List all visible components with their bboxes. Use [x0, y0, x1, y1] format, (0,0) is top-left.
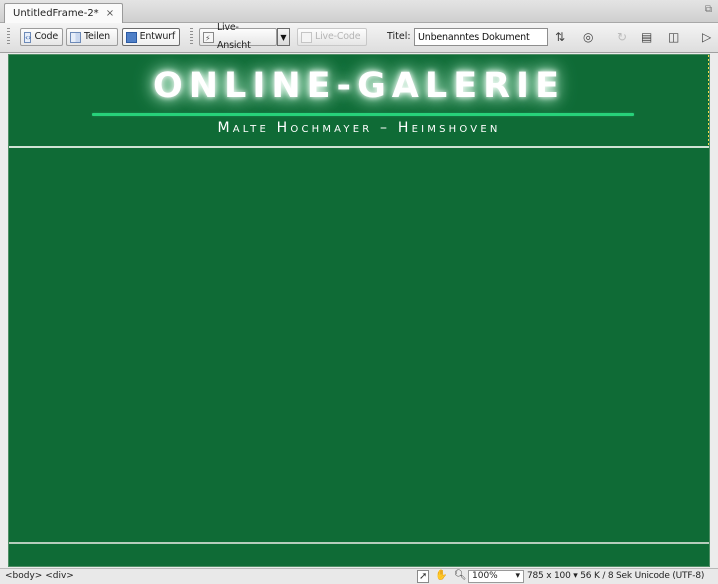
status-tools: ➚ ✋ 🔍︎	[417, 569, 467, 583]
code-view-icon	[24, 29, 32, 47]
live-code-button[interactable]: Live-Code	[297, 28, 367, 46]
preview-in-browser-icon[interactable]: ◎	[583, 29, 593, 45]
site-subtitle: Malte Hochmayer – Heimshoven	[217, 120, 501, 136]
file-management-icon[interactable]: ⇅	[555, 29, 565, 45]
toolbar-grip[interactable]	[190, 28, 193, 46]
close-icon[interactable]: ×	[106, 4, 114, 23]
div-boundary-guide	[708, 55, 709, 147]
document-toolbar: Code Teilen Entwurf Live-Ansicht ▼ Live-…	[0, 22, 718, 53]
live-view-dropdown-button[interactable]: ▼	[277, 28, 290, 46]
zoom-select[interactable]: 100% ▾	[468, 570, 524, 583]
document-tab[interactable]: UntitledFrame-2* ×	[4, 3, 124, 23]
restore-window-icon[interactable]: ⧉	[705, 4, 712, 15]
download-size: 56 K / 8 Sek	[580, 571, 632, 581]
refresh-icon[interactable]: ↻	[617, 29, 627, 45]
design-view-button[interactable]: Entwurf	[122, 28, 180, 46]
live-code-icon	[301, 31, 312, 43]
hand-tool-icon[interactable]: ✋	[435, 569, 447, 583]
document-tab-bar: UntitledFrame-2* × ⧉	[0, 0, 718, 23]
encoding-label: Unicode (UTF-8)	[634, 571, 705, 581]
document-tab-label: UntitledFrame-2*	[13, 8, 99, 19]
view-options-icon[interactable]: ▤	[641, 29, 652, 45]
header-divider	[9, 146, 709, 148]
document-title-label: Titel:	[387, 31, 411, 42]
footer-divider	[9, 542, 709, 544]
document-title-input[interactable]	[414, 28, 548, 46]
live-code-label: Live-Code	[315, 31, 361, 42]
split-view-icon	[70, 31, 81, 43]
code-view-button[interactable]: Code	[20, 28, 63, 47]
live-view-button[interactable]: Live-Ansicht	[199, 22, 277, 51]
split-view-label: Teilen	[84, 31, 110, 42]
chevron-down-icon: ▾	[515, 571, 520, 581]
window-size-menu[interactable]: 785 x 100 ▾	[527, 571, 578, 581]
toolbar-grip[interactable]	[7, 28, 10, 46]
live-view-label: Live-Ansicht	[216, 22, 251, 51]
design-view-icon	[126, 31, 137, 43]
split-view-button[interactable]: Teilen	[66, 28, 118, 46]
code-view-label: Code	[34, 31, 58, 42]
status-bar: <body> <div> ➚ ✋ 🔍︎ 100% ▾ 785 x 100 ▾ 5…	[0, 568, 718, 584]
tag-selector[interactable]: <body> <div>	[5, 569, 74, 583]
design-view-label: Entwurf	[139, 31, 176, 42]
live-view-icon	[203, 30, 214, 48]
validate-icon[interactable]: ▷	[702, 29, 711, 45]
accent-divider	[92, 113, 634, 116]
select-tool-icon[interactable]: ➚	[417, 570, 430, 583]
status-info: 785 x 100 ▾ 56 K / 8 Sek Unicode (UTF-8)	[527, 569, 704, 583]
zoom-value: 100%	[472, 571, 498, 581]
zoom-tool-icon[interactable]: 🔍︎	[454, 569, 467, 583]
site-title: ONLINE-GALERIE	[152, 66, 565, 106]
design-view-canvas[interactable]: ONLINE-GALERIE Malte Hochmayer – Heimsho…	[8, 54, 710, 567]
visual-aids-icon[interactable]: ◫	[668, 29, 679, 45]
